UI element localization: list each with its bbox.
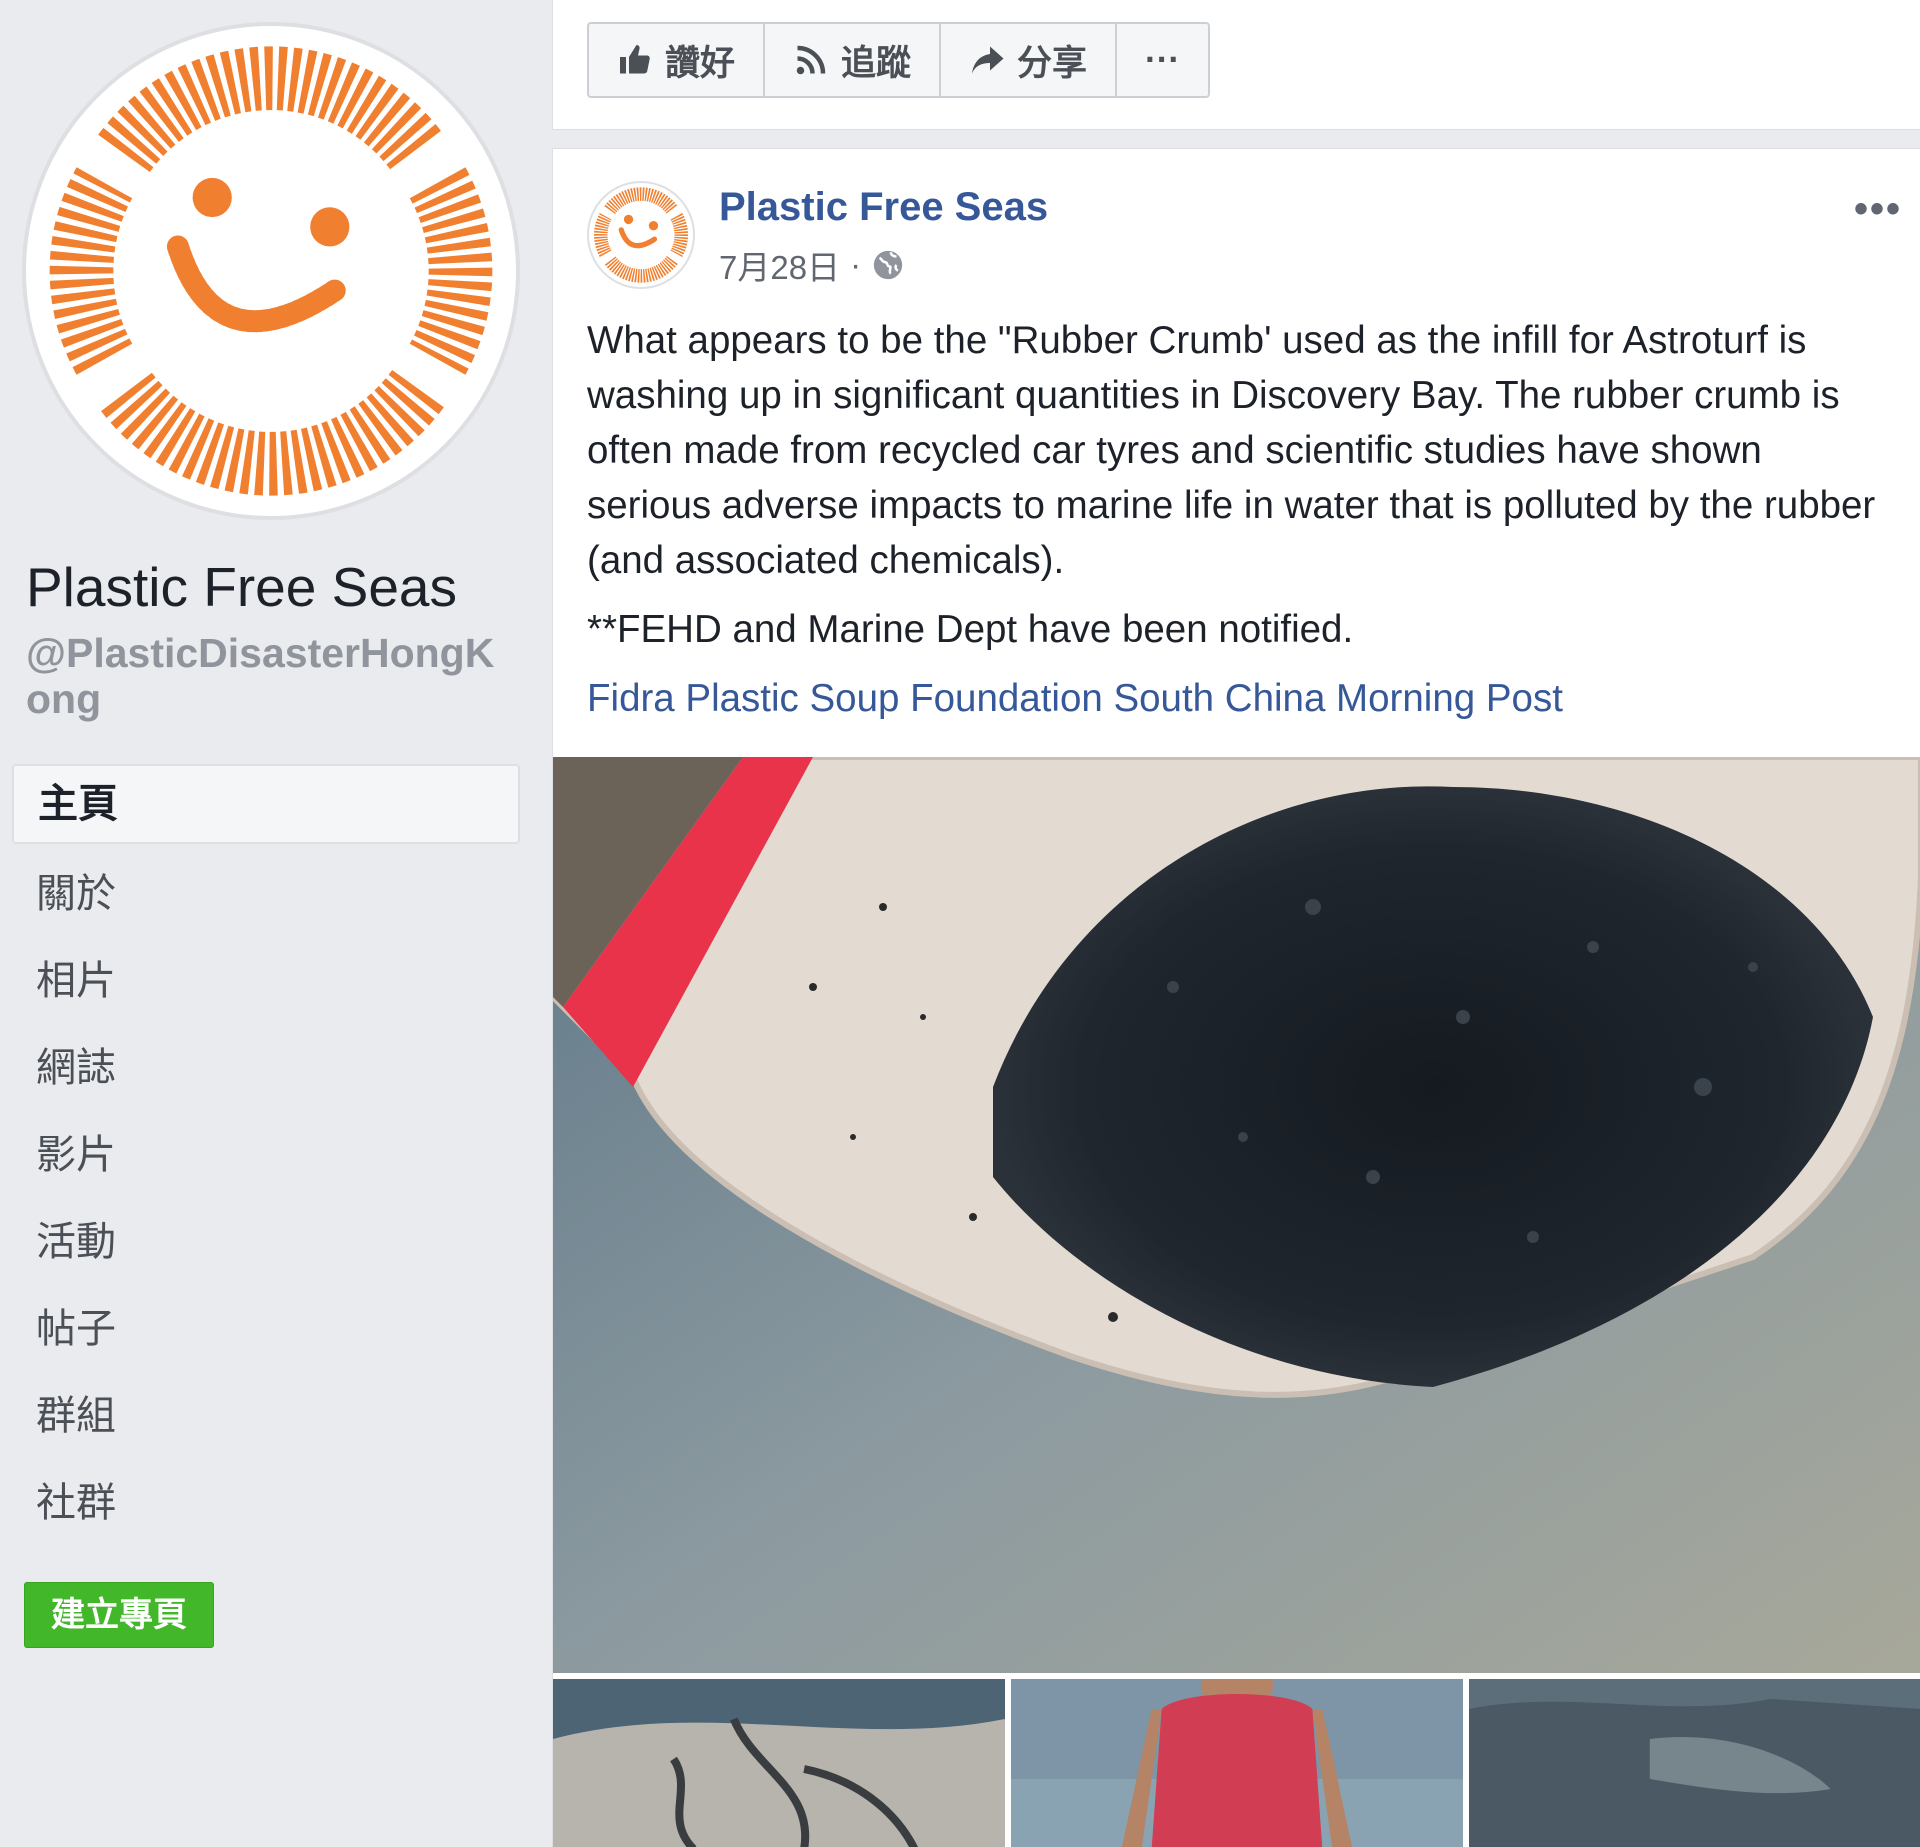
left-column: Plastic Free Seas @PlasticDisasterHongKo… (0, 0, 552, 1847)
action-button-group: 讚好 追蹤 分享 ··· (587, 22, 1211, 98)
beach-shoreline-photo (553, 1679, 1005, 1847)
nav-item-community[interactable]: 社群 (12, 1461, 520, 1545)
nav-item-posts[interactable]: 帖子 (12, 1287, 520, 1371)
post-meta: 7月28日 · (719, 241, 905, 289)
plastic-free-seas-logo-icon (590, 184, 692, 286)
meta-separator: · (850, 246, 862, 283)
post-photo-row (553, 1679, 1920, 1847)
share-button[interactable]: 分享 (941, 24, 1118, 96)
page-action-bar: 讚好 追蹤 分享 ··· (552, 0, 1920, 130)
share-arrow-icon (972, 46, 1004, 74)
page-nav: 主頁 關於 相片 網誌 影片 活動 帖子 群組 社群 (12, 764, 520, 1548)
like-button[interactable]: 讚好 (589, 24, 766, 96)
page-profile-picture[interactable] (22, 22, 520, 520)
post-card: Plastic Free Seas 7月28日 · ••• What appea… (552, 148, 1920, 1847)
post-thumbnail-photo[interactable] (1469, 1679, 1920, 1847)
create-page-button[interactable]: 建立專頁 (24, 1582, 214, 1648)
rubber-crumb-photo (553, 757, 1920, 1673)
post-thumbnail-photo[interactable] (553, 1679, 1005, 1847)
post-author-avatar[interactable] (587, 181, 695, 289)
post-paragraph: What appears to be the "Rubber Crumb' us… (587, 319, 1876, 582)
like-label: 讚好 (665, 43, 736, 83)
post-date[interactable]: 7月28日 (719, 241, 840, 289)
plastic-free-seas-logo-icon (30, 30, 512, 512)
nav-item-home[interactable]: 主頁 (12, 764, 520, 844)
post-paragraph: **FEHD and Marine Dept have been notifie… (587, 608, 1354, 651)
rocky-shore-photo (1469, 1679, 1920, 1847)
post-thumbnail-photo[interactable] (1011, 1679, 1463, 1847)
post-main-photo[interactable] (553, 757, 1920, 1673)
nav-item-groups[interactable]: 群組 (12, 1374, 520, 1458)
nav-item-photos[interactable]: 相片 (12, 939, 520, 1023)
post-options-button[interactable]: ••• (1854, 187, 1902, 232)
thumbs-up-icon (620, 45, 650, 74)
post-author-name[interactable]: Plastic Free Seas (719, 185, 1048, 230)
follow-button[interactable]: 追蹤 (765, 24, 942, 96)
nav-item-notes[interactable]: 網誌 (12, 1026, 520, 1110)
share-label: 分享 (1017, 43, 1088, 83)
nav-item-videos[interactable]: 影片 (12, 1113, 520, 1197)
rss-icon (796, 45, 826, 75)
person-in-water-photo (1011, 1679, 1463, 1847)
page-handle[interactable]: @PlasticDisasterHongKong (26, 630, 506, 722)
post-tagged-pages[interactable]: Fidra Plastic Soup Foundation South Chin… (587, 671, 1887, 726)
nav-item-events[interactable]: 活動 (12, 1200, 520, 1284)
nav-item-about[interactable]: 關於 (12, 852, 520, 936)
more-actions-label: ··· (1145, 40, 1181, 79)
globe-icon[interactable] (871, 248, 905, 282)
follow-label: 追蹤 (841, 43, 912, 83)
page-name[interactable]: Plastic Free Seas (26, 555, 457, 619)
post-body: What appears to be the "Rubber Crumb' us… (587, 313, 1887, 740)
more-actions-button[interactable]: ··· (1117, 24, 1208, 96)
